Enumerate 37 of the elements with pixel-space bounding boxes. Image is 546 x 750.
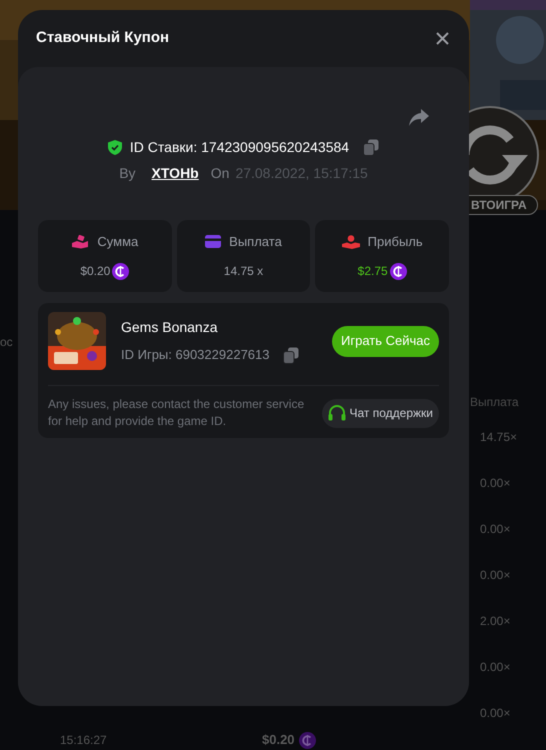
headset-icon <box>328 405 346 421</box>
stat-value: 14.75 x <box>224 263 264 280</box>
support-note: Any issues, please contact the customer service for help and provide the game ID. <box>48 396 306 430</box>
table-cell-text: 0.00× <box>479 567 512 584</box>
user-link[interactable]: XTOHb <box>152 162 199 184</box>
support-chat-button[interactable]: Чат поддержки <box>322 398 439 428</box>
column-header: Выплата <box>470 394 520 411</box>
bet-id: ID Ставки: 1742309095620243584 <box>130 138 350 156</box>
play-now-button[interactable]: Играть Сейчас <box>332 326 439 356</box>
table-cell-text: $0.20 <box>262 731 295 750</box>
shield-check-icon <box>108 140 122 154</box>
table-cell-text: 0.00× <box>479 475 512 492</box>
card-icon <box>205 235 222 248</box>
bet-date: 27.08.2022, 15:17:15 <box>235 164 368 182</box>
stat-label: Сумма <box>97 232 138 251</box>
copy-icon[interactable] <box>283 346 300 364</box>
game-title: Gems Bonanza <box>121 318 218 338</box>
close-icon[interactable] <box>436 32 449 45</box>
share-icon[interactable] <box>409 109 429 126</box>
table-cell-text: 0.00× <box>479 704 512 722</box>
table-cell-text: 0.00× <box>479 521 512 538</box>
stat-label: Выплата <box>229 232 282 251</box>
copy-icon[interactable] <box>363 138 380 156</box>
table-cell-text: 15:16:27 <box>60 732 108 749</box>
coin-icon <box>298 732 316 748</box>
hand-coins-icon <box>71 234 90 248</box>
by-label: By <box>119 164 136 183</box>
stat-label: Прибыль <box>368 232 423 251</box>
dialog-title: Ставочный Купон <box>36 28 170 48</box>
table-cell-text: 14.75× <box>479 429 518 446</box>
game-id: ID Игры: 6903229227613 <box>121 346 270 364</box>
person-hand-icon <box>342 234 360 248</box>
table-cell-text: 0.00× <box>479 659 512 676</box>
stat-value: $2.75 <box>358 263 388 280</box>
table-cell-text: 2.00× <box>479 613 512 630</box>
stat-value: $0.20 <box>80 263 110 280</box>
on-label: On <box>210 164 230 182</box>
